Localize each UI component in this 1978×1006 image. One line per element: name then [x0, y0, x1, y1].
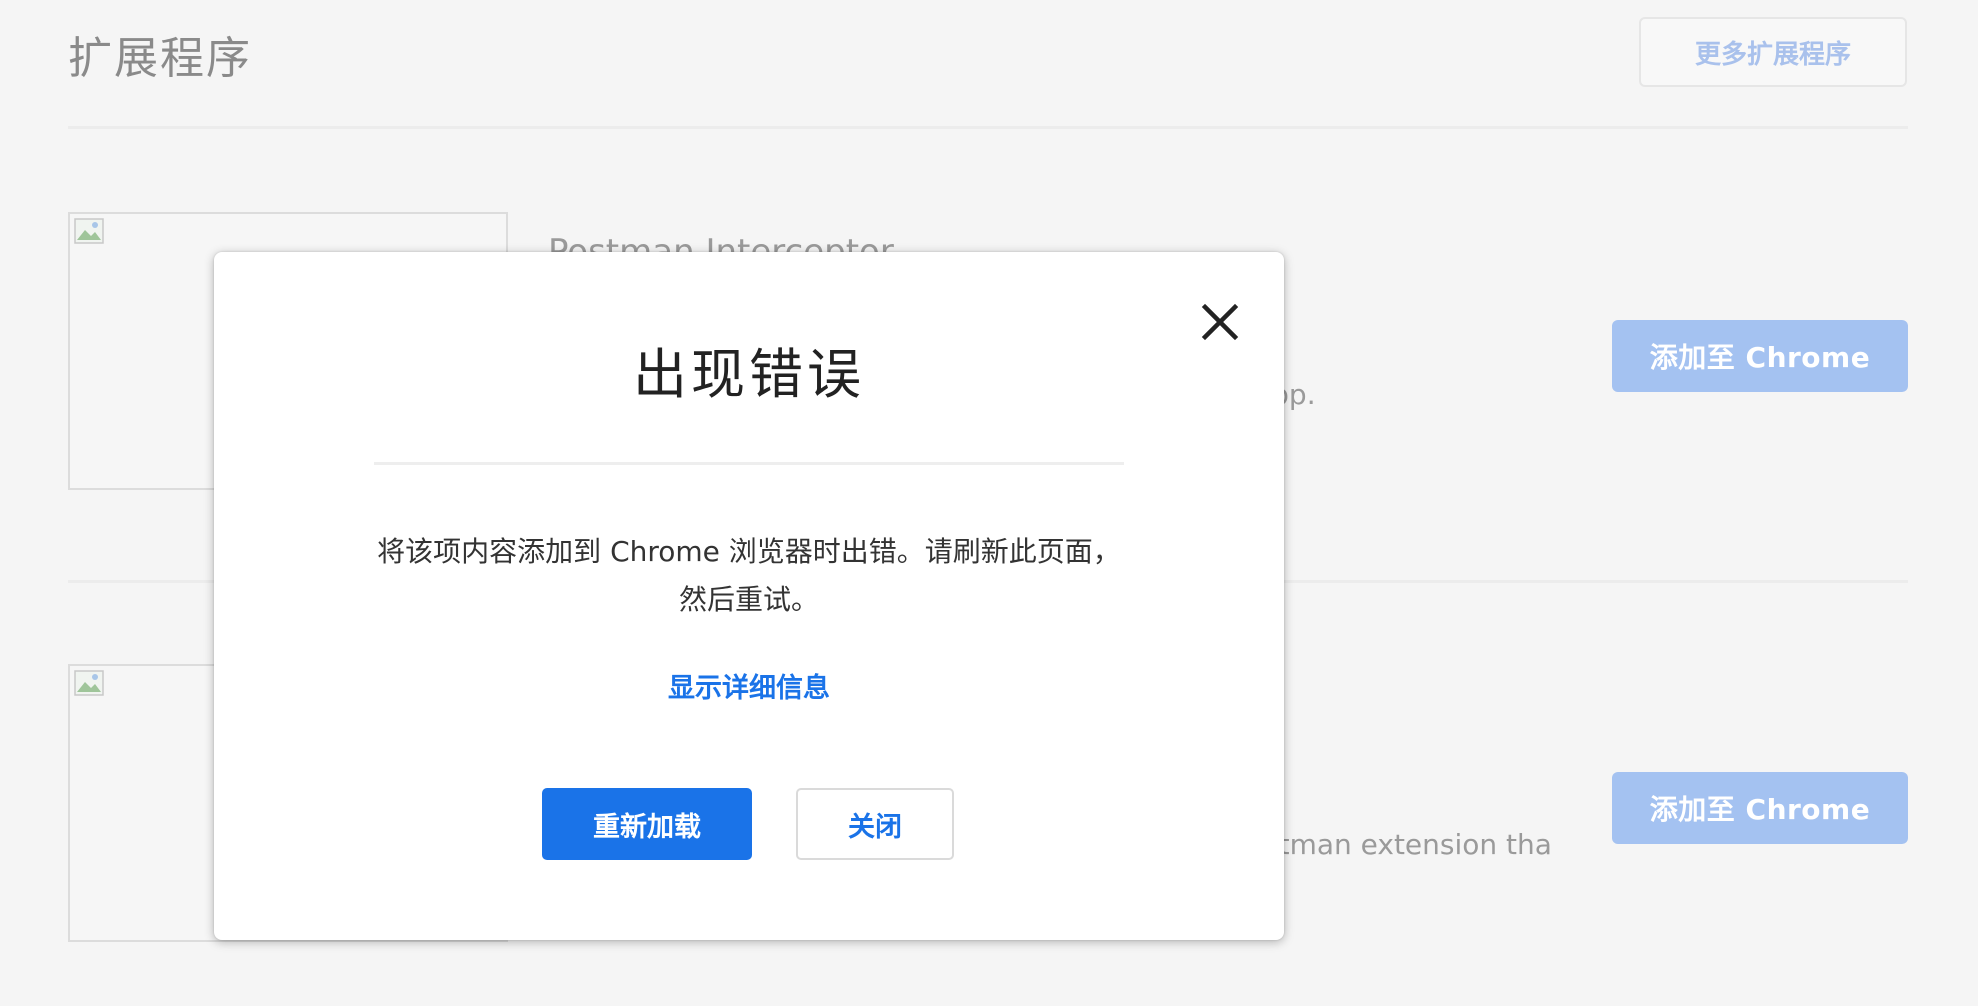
error-dialog: 出现错误 将该项内容添加到 Chrome 浏览器时出错。请刷新此页面，然后重试。… [214, 252, 1284, 940]
reload-button[interactable]: 重新加载 [542, 788, 752, 860]
show-details-link[interactable]: 显示详细信息 [214, 666, 1284, 705]
dialog-divider [374, 462, 1124, 465]
dialog-message: 将该项内容添加到 Chrome 浏览器时出错。请刷新此页面，然后重试。 [377, 535, 1121, 616]
dialog-title: 出现错误 [633, 343, 865, 406]
close-button[interactable]: 关闭 [796, 788, 954, 860]
